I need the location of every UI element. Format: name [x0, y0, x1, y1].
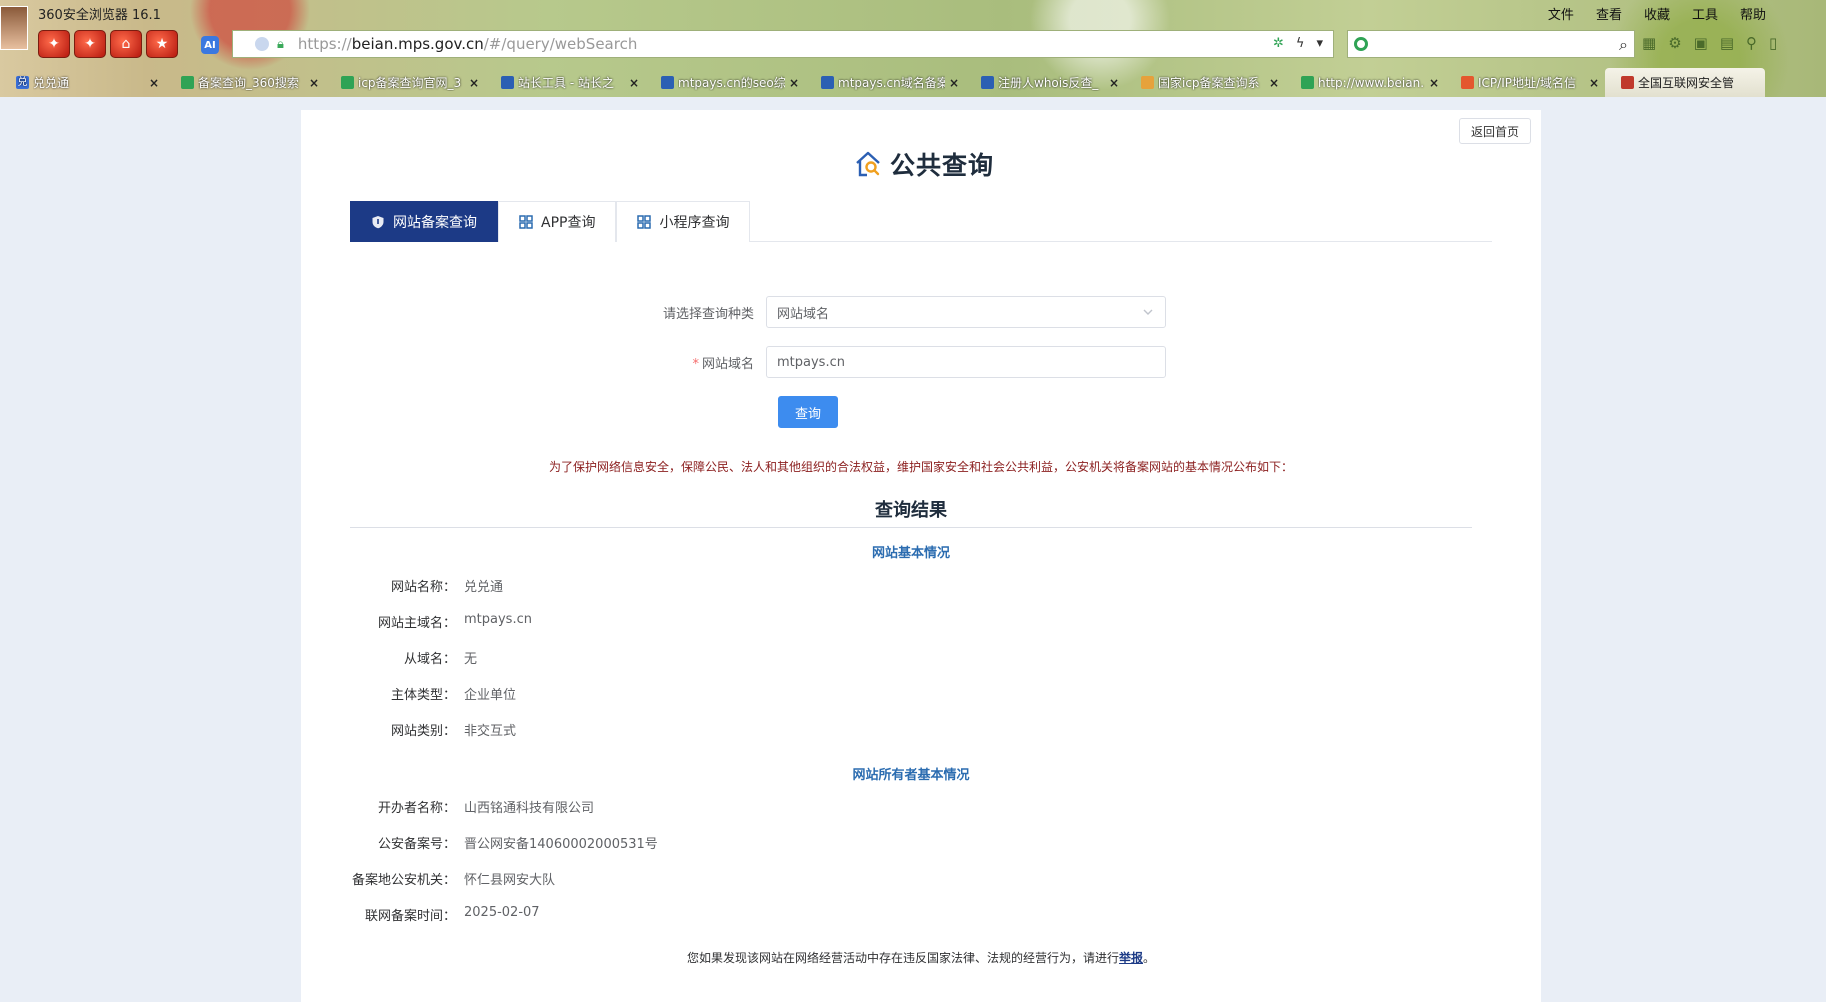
- back-home-button[interactable]: 返回首页: [1459, 118, 1531, 144]
- browser-tab[interactable]: mtpays.cn的seo综 ×: [645, 68, 805, 97]
- menu-view[interactable]: 查看: [1596, 4, 1622, 23]
- address-bar[interactable]: 🔒︎ https://beian.mps.gov.cn/#/query/webS…: [232, 30, 1334, 58]
- dropdown-icon[interactable]: ▾: [1316, 36, 1323, 51]
- divider: [350, 527, 1472, 528]
- page-title: 公共查询: [854, 146, 994, 182]
- browser-tab[interactable]: 兑兑兑通 ×: [0, 68, 165, 97]
- menu-bar: 文件 查看 收藏 工具 帮助: [1548, 4, 1766, 23]
- site-shield-icon[interactable]: [255, 37, 269, 51]
- search-engine-icon[interactable]: [1354, 37, 1368, 51]
- tab-favicon-icon: [661, 76, 674, 89]
- address-url[interactable]: https://beian.mps.gov.cn/#/query/webSear…: [298, 35, 637, 53]
- info-row-record-time: 联网备案时间： 2025-02-07: [364, 905, 540, 924]
- close-tab-icon[interactable]: ×: [469, 76, 479, 90]
- apps-grid-icon[interactable]: ▦: [1642, 34, 1656, 52]
- ai-button[interactable]: AI: [201, 36, 219, 54]
- site-section-title: 网站基本情况: [871, 546, 950, 561]
- tab-favicon-icon: [821, 76, 834, 89]
- close-tab-icon[interactable]: ×: [949, 76, 959, 90]
- app-shortcuts: ✦ ✦ ⌂ ★: [38, 30, 178, 58]
- browser-tab[interactable]: http://www.beian. ×: [1285, 68, 1445, 97]
- browser-title: 360安全浏览器 16.1: [38, 8, 161, 23]
- disclosure-notice: 为了保护网络信息安全，保障公民、法人和其他组织的合法权益，维护国家安全和社会公共…: [548, 460, 1293, 474]
- close-tab-icon[interactable]: ×: [309, 76, 319, 90]
- tab-strip: 兑兑兑通 × 备案查询_360搜索 × icp备案查询官网_3 × 站长工具 - 站长…: [0, 68, 1826, 97]
- domain-input[interactable]: mtpays.cn: [766, 346, 1166, 378]
- toolbar-icons: ▦ ⚙ ▣ ▤ ⚲ ▯: [1642, 34, 1777, 52]
- browser-tab[interactable]: 国家icp备案查询系 ×: [1125, 68, 1285, 97]
- info-row-main-domain: 网站主域名： mtpays.cn: [377, 612, 532, 631]
- browser-tab[interactable]: mtpays.cn域名备案 ×: [805, 68, 965, 97]
- close-tab-icon[interactable]: ×: [1269, 76, 1279, 90]
- shield-icon: [372, 216, 384, 229]
- lightning-icon[interactable]: ϟ: [1296, 36, 1305, 51]
- info-row-entity-type: 主体类型： 企业单位: [390, 688, 517, 703]
- domain-row: * 网站域名 mtpays.cn: [596, 346, 1166, 378]
- close-tab-icon[interactable]: ×: [629, 76, 639, 90]
- strawberry-app-icon[interactable]: ✦: [74, 30, 106, 58]
- tab-miniprogram-query[interactable]: 小程序查询: [616, 201, 751, 242]
- query-button[interactable]: 查询: [778, 396, 838, 428]
- house-search-icon: [856, 151, 880, 177]
- tab-favicon-icon: [1141, 76, 1154, 89]
- result-title: 查询结果: [875, 500, 947, 521]
- grid-icon: [637, 215, 652, 229]
- info-row-site-category: 网站类别： 非交互式: [390, 724, 517, 739]
- search-icon[interactable]: ⌕: [1619, 35, 1628, 55]
- info-row-site-name: 网站名称： 兑兑通: [390, 580, 504, 595]
- close-tab-icon[interactable]: ×: [1589, 76, 1599, 90]
- browser-tab[interactable]: ICP/IP地址/域名信 ×: [1445, 68, 1605, 97]
- info-row-sub-domain: 从域名：无: [403, 652, 478, 667]
- menu-help[interactable]: 帮助: [1740, 4, 1766, 23]
- lock-icon[interactable]: 🔒︎: [277, 37, 284, 52]
- owner-section-title: 网站所有者基本情况: [852, 768, 970, 783]
- report-note: 您如果发现该网站在网络经营活动中存在违反国家法律、法规的经营行为，请进行举报。: [686, 951, 1156, 965]
- folder-icon[interactable]: ▣: [1694, 34, 1708, 52]
- search-bar[interactable]: ⌕: [1347, 30, 1635, 58]
- refresh-icon[interactable]: ✲: [1273, 36, 1284, 51]
- info-row-security-record: 公安备案号： 晋公网安备14060002000531号: [377, 837, 658, 852]
- info-row-police-office: 备案地公安机关： 怀仁县网安大队: [351, 873, 556, 888]
- report-link[interactable]: 举报: [1119, 951, 1143, 965]
- pdf-icon[interactable]: ▤: [1720, 34, 1734, 52]
- settings-icon[interactable]: ⚙: [1668, 34, 1681, 52]
- tab-favicon-icon: 兑: [16, 76, 29, 89]
- menu-favorites[interactable]: 收藏: [1644, 4, 1670, 23]
- chevron-down-icon: [1143, 309, 1153, 315]
- tab-app-query[interactable]: APP查询: [498, 201, 617, 242]
- query-type-label: 请选择查询种类: [662, 306, 754, 322]
- tab-favicon-icon: [1301, 76, 1314, 89]
- browser-tab-active[interactable]: 全国互联网安全管: [1605, 68, 1765, 97]
- close-tab-icon[interactable]: ×: [149, 76, 159, 90]
- browser-chrome: 360安全浏览器 16.1 ✦ ✦ ⌂ ★ AI 🔒︎ https://beia…: [0, 0, 1826, 97]
- browser-tab[interactable]: 站长工具 - 站长之 ×: [485, 68, 645, 97]
- query-type-select[interactable]: 网站域名: [766, 296, 1166, 328]
- tab-favicon-icon: [981, 76, 994, 89]
- domain-label: * 网站域名: [692, 356, 754, 372]
- tab-favicon-icon: [501, 76, 514, 89]
- browser-tab[interactable]: icp备案查询官网_3 ×: [325, 68, 485, 97]
- zoom-icon[interactable]: ⚲: [1746, 34, 1757, 52]
- grid-icon: [519, 215, 533, 229]
- tab-favicon-icon: [1461, 76, 1474, 89]
- mobile-icon[interactable]: ▯: [1769, 34, 1777, 52]
- info-row-owner-name: 开办者名称： 山西铭通科技有限公司: [377, 801, 595, 816]
- browser-tab[interactable]: 注册人whois反查_ ×: [965, 68, 1125, 97]
- star-icon[interactable]: ★: [146, 30, 178, 58]
- tab-favicon-icon: [1621, 76, 1634, 89]
- query-type-row: 请选择查询种类 网站域名: [596, 296, 1166, 328]
- home-icon[interactable]: ⌂: [110, 30, 142, 58]
- close-tab-icon[interactable]: ×: [1109, 76, 1119, 90]
- tab-favicon-icon: [341, 76, 354, 89]
- user-avatar[interactable]: [0, 6, 28, 50]
- close-tab-icon[interactable]: ×: [1429, 76, 1439, 90]
- menu-file[interactable]: 文件: [1548, 4, 1574, 23]
- query-tabs: 网站备案查询 APP查询 小程序查询: [350, 201, 1492, 242]
- menu-tools[interactable]: 工具: [1692, 4, 1718, 23]
- close-tab-icon[interactable]: ×: [789, 76, 799, 90]
- strawberry-app-icon[interactable]: ✦: [38, 30, 70, 58]
- tab-website-query[interactable]: 网站备案查询: [350, 201, 498, 242]
- tab-favicon-icon: [181, 76, 194, 89]
- browser-tab[interactable]: 备案查询_360搜索 ×: [165, 68, 325, 97]
